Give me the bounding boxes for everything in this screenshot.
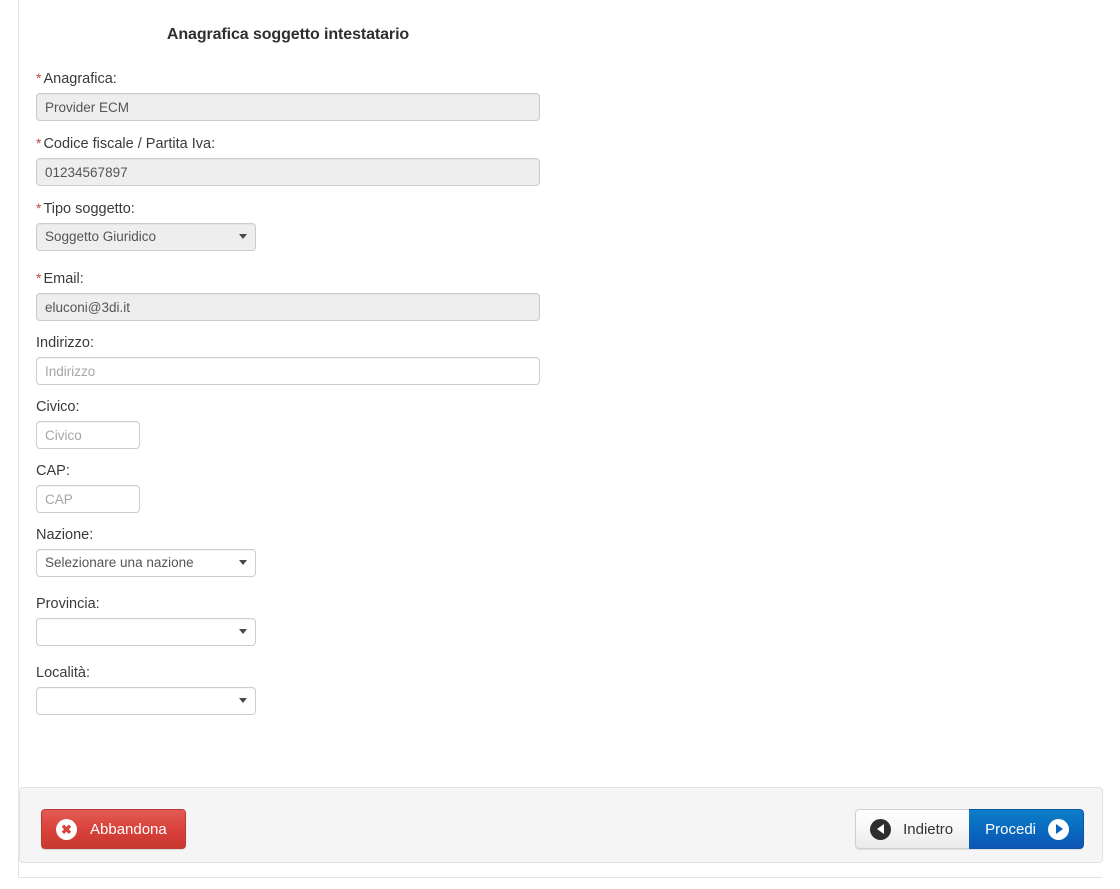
- tipo_soggetto-select-value: Soggetto Giuridico: [36, 223, 256, 251]
- field-label-codice_fiscale: * Codice fiscale / Partita Iva:: [36, 135, 556, 152]
- field-group-civico: Civico:: [36, 399, 556, 449]
- abandon-button[interactable]: ✖ Abbandona: [41, 809, 186, 849]
- proceed-button[interactable]: Procedi: [969, 809, 1084, 849]
- page-title: Anagrafica soggetto intestatario: [166, 26, 410, 43]
- field-group-cap: CAP:: [36, 463, 556, 513]
- required-marker: *: [36, 200, 42, 216]
- field-label-cap: CAP:: [36, 463, 556, 479]
- field-label-email: * Email:: [36, 270, 556, 287]
- field-label-text: Località:: [36, 665, 91, 681]
- proceed-button-label: Procedi: [985, 820, 1036, 838]
- email-input[interactable]: [36, 293, 540, 321]
- field-label-localita: Località:: [36, 665, 556, 681]
- anagrafica-input[interactable]: [36, 93, 540, 121]
- localita-select[interactable]: [36, 687, 256, 715]
- abandon-button-label: Abbandona: [90, 820, 167, 838]
- navigation-button-group: Indietro Procedi: [855, 809, 1084, 849]
- field-group-tipo_soggetto: * Tipo soggetto: Soggetto Giuridico: [36, 200, 556, 256]
- field-group-nazione: Nazione: Selezionare una nazione: [36, 527, 556, 582]
- localita-select-value: [36, 687, 256, 715]
- chevron-left-glyph: [876, 824, 884, 834]
- required-marker: *: [36, 135, 42, 151]
- provincia-select-value: [36, 618, 256, 646]
- circle-chevron-right-icon: [1048, 818, 1069, 840]
- field-label-indirizzo: Indirizzo:: [36, 335, 556, 351]
- registration-form: *Anagrafica:*Codice fiscale / Partita Iv…: [36, 70, 556, 734]
- provincia-select[interactable]: [36, 618, 256, 646]
- nazione-select-value: Selezionare una nazione: [36, 549, 256, 577]
- field-label-tipo_soggetto: * Tipo soggetto:: [36, 200, 556, 217]
- field-label-text: Nazione:: [36, 527, 94, 543]
- field-label-text: CAP:: [36, 463, 70, 479]
- nazione-select[interactable]: Selezionare una nazione: [36, 549, 256, 577]
- field-label-text: Anagrafica:: [43, 71, 117, 87]
- field-group-anagrafica: * Anagrafica:: [36, 70, 556, 121]
- circle-x-icon: ✖: [56, 818, 77, 840]
- chevron-right-glyph: [1056, 824, 1063, 834]
- field-label-text: Provincia:: [36, 596, 100, 612]
- field-label-provincia: Provincia:: [36, 596, 556, 612]
- indirizzo-input[interactable]: [36, 357, 540, 385]
- field-group-provincia: Provincia:: [36, 596, 556, 651]
- circle-chevron-left-icon: [870, 818, 892, 840]
- back-button-label: Indietro: [903, 820, 954, 838]
- field-group-localita: Località:: [36, 665, 556, 720]
- codice_fiscale-input[interactable]: [36, 158, 540, 186]
- field-label-text: Indirizzo:: [36, 335, 95, 351]
- field-label-text: Tipo soggetto:: [43, 201, 135, 217]
- field-label-text: Email:: [43, 271, 84, 287]
- back-button[interactable]: Indietro: [855, 809, 970, 849]
- field-label-text: Civico:: [36, 399, 80, 415]
- field-group-indirizzo: Indirizzo:: [36, 335, 556, 385]
- cap-input[interactable]: [36, 485, 140, 513]
- civico-input[interactable]: [36, 421, 140, 449]
- page-container: Anagrafica soggetto intestatario * Anagra…: [0, 0, 1120, 889]
- form-action-bar: ✖ Abbandona Indietro Procedi: [19, 787, 1103, 863]
- field-label-anagrafica: * Anagrafica:: [36, 70, 556, 87]
- field-label-text: Codice fiscale / Partita Iva:: [43, 136, 216, 152]
- required-marker: *: [36, 70, 42, 86]
- field-group-email: * Email:: [36, 270, 556, 321]
- tipo_soggetto-select[interactable]: Soggetto Giuridico: [36, 223, 256, 251]
- x-glyph: ✖: [61, 821, 72, 837]
- required-marker: *: [36, 270, 42, 286]
- field-label-nazione: Nazione:: [36, 527, 556, 543]
- field-label-civico: Civico:: [36, 399, 556, 415]
- field-group-codice_fiscale: * Codice fiscale / Partita Iva:: [36, 135, 556, 186]
